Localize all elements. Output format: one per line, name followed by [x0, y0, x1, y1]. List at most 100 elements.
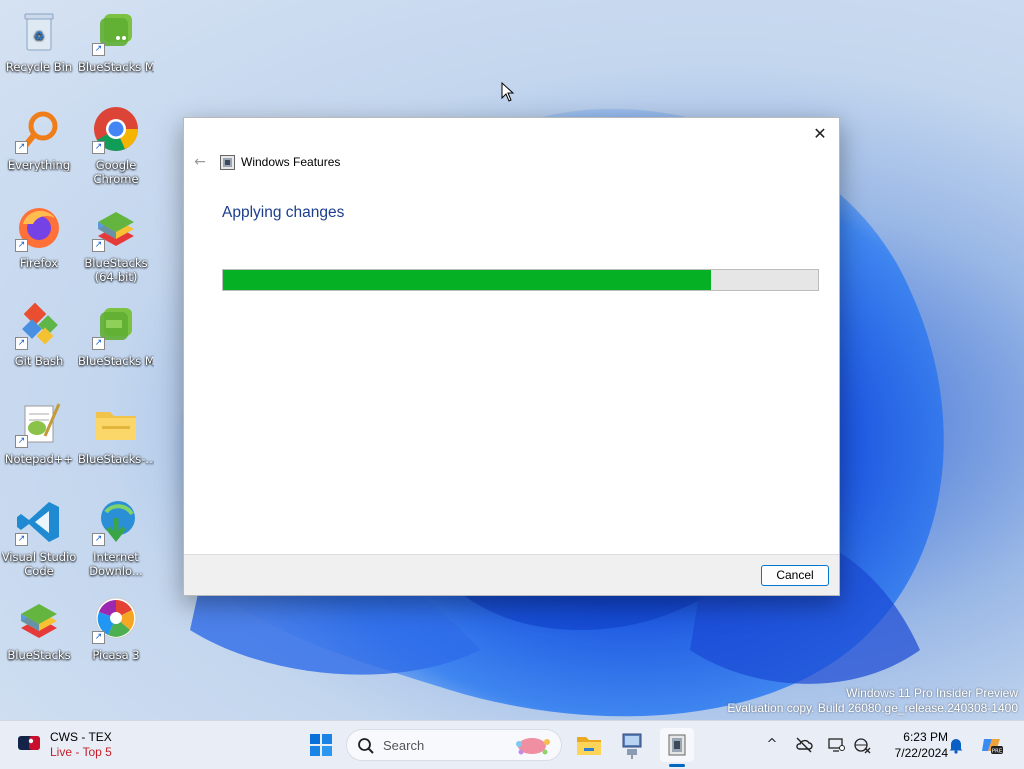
- desktop-icon-label: BlueStacks Multi-Insta...: [78, 60, 154, 74]
- picasa-icon: ↗: [92, 596, 140, 644]
- desktop-icon-label: Git Bash: [14, 354, 64, 368]
- desktop-icon-bluestacks-folder[interactable]: BlueStacks-...: [78, 400, 154, 466]
- recycle-bin-icon: ♻: [15, 8, 63, 56]
- desktop-icon-label: Picasa 3: [92, 648, 140, 662]
- desktop-icon-notepadpp[interactable]: ↗ Notepad++: [1, 400, 77, 466]
- shortcut-arrow-icon: ↗: [15, 533, 28, 546]
- widget-title: CWS - TEX: [50, 730, 112, 744]
- windows-features-icon: [668, 734, 686, 756]
- shortcut-arrow-icon: ↗: [92, 337, 105, 350]
- bell-icon: [949, 739, 963, 754]
- desktop-icon-label: Notepad++: [4, 452, 74, 466]
- shortcut-arrow-icon: ↗: [92, 43, 105, 56]
- firefox-icon: ↗: [15, 204, 63, 252]
- svg-text:PRE: PRE: [992, 749, 1003, 755]
- taskbar-file-explorer[interactable]: [572, 728, 606, 762]
- desktop-icon-everything[interactable]: ↗ Everything: [1, 106, 77, 172]
- desktop-icon-recycle-bin[interactable]: ♻ Recycle Bin: [1, 8, 77, 74]
- copilot-icon: PRE: [982, 739, 1003, 755]
- onedrive-status[interactable]: [794, 735, 814, 755]
- close-icon: ✕: [813, 124, 827, 143]
- network-status[interactable]: [852, 735, 872, 755]
- shortcut-arrow-icon: ↗: [15, 337, 28, 350]
- everything-search-icon: ↗: [15, 106, 63, 154]
- desktop-icon-label: Visual Studio Code: [1, 550, 77, 578]
- search-placeholder: Search: [383, 738, 425, 753]
- cancel-button[interactable]: Cancel: [761, 565, 829, 586]
- desktop-icon-google-chrome[interactable]: ↗ Google Chrome: [78, 106, 154, 186]
- display-status[interactable]: [826, 735, 846, 755]
- shortcut-arrow-icon: ↗: [15, 141, 28, 154]
- start-button[interactable]: [304, 728, 338, 762]
- dialog-title: Windows Features: [241, 155, 341, 169]
- bluestacks-icon: [15, 596, 63, 644]
- mouse-cursor-icon: [501, 81, 515, 105]
- mlb-logo-icon: [18, 736, 40, 750]
- desktop-icon-label: Recycle Bin: [5, 60, 73, 74]
- shortcut-arrow-icon: ↗: [92, 631, 105, 644]
- desktop-icon-label: Internet Downlo...: [89, 550, 143, 578]
- progress-bar: [222, 269, 819, 291]
- desktop-icon-label: BlueStacks: [7, 648, 71, 662]
- notifications-button[interactable]: [946, 735, 966, 755]
- shortcut-arrow-icon: ↗: [92, 239, 105, 252]
- clock-time: 6:23 PM: [903, 730, 948, 744]
- progress-bar-fill: [223, 270, 711, 290]
- close-button[interactable]: ✕: [807, 122, 833, 146]
- desktop-icon-label: Google Chrome: [93, 158, 139, 186]
- widget-subtitle: Live - Top 5: [50, 745, 112, 759]
- bluestacks-multi-instance-icon: ↗: [92, 8, 140, 56]
- active-app-indicator: [669, 764, 685, 767]
- system-clock[interactable]: 6:23 PM 7/22/2024: [878, 729, 948, 761]
- idm-icon: ↗: [92, 498, 140, 546]
- computer-network-icon: [622, 733, 642, 759]
- desktop-icon-firefox[interactable]: ↗ Firefox: [1, 204, 77, 270]
- back-button[interactable]: ←: [190, 152, 210, 172]
- desktop-icon-bluestacks-multi-instance-2[interactable]: ↗ BlueStacks Multi-Insta...: [78, 302, 154, 368]
- desktop-icon-git-bash[interactable]: ↗ Git Bash: [1, 302, 77, 368]
- taskbar-network-app[interactable]: [615, 728, 649, 762]
- chevron-up-icon: ^: [766, 737, 778, 752]
- desktop-icon-idm[interactable]: ↗ Internet Downlo...: [78, 498, 154, 578]
- desktop-icon-label: BlueStacks (64-bit): [84, 256, 148, 284]
- bluestacks-icon: ↗: [92, 204, 140, 252]
- shortcut-arrow-icon: ↗: [92, 141, 105, 154]
- shortcut-arrow-icon: ↗: [15, 239, 28, 252]
- windows-logo-icon: [310, 734, 332, 756]
- watermark-line-1: Windows 11 Pro Insider Preview: [846, 686, 1018, 700]
- watermark-line-2: Evaluation copy. Build 26080.ge_release.…: [727, 701, 1018, 715]
- copilot-button[interactable]: PRE: [980, 735, 1004, 755]
- desktop-icon-label: Everything: [7, 158, 71, 172]
- windows-features-dialog: ✕ ← Windows Features Applying changes Ca…: [183, 117, 840, 596]
- dialog-footer: Cancel: [184, 554, 839, 595]
- notepadpp-icon: ↗: [15, 400, 63, 448]
- desktop-icon-label: BlueStacks-...: [78, 452, 154, 466]
- cloud-offline-icon: [796, 737, 813, 753]
- desktop-icon-vscode[interactable]: ↗ Visual Studio Code: [1, 498, 77, 578]
- shortcut-arrow-icon: ↗: [15, 435, 28, 448]
- git-bash-icon: ↗: [15, 302, 63, 350]
- search-box[interactable]: Search: [346, 729, 562, 761]
- desktop-icon-bluestacks[interactable]: BlueStacks: [1, 596, 77, 662]
- taskbar: CWS - TEX Live - Top 5 Search ^ 6:23 PM …: [0, 720, 1024, 769]
- evaluation-watermark: Windows 11 Pro Insider Preview Evaluatio…: [727, 686, 1018, 716]
- back-arrow-icon: ←: [194, 154, 206, 170]
- windows-features-icon: [220, 155, 235, 170]
- svg-text:♻: ♻: [34, 29, 45, 43]
- vscode-icon: ↗: [15, 498, 63, 546]
- search-highlight-icon: [509, 734, 555, 761]
- desktop-icon-picasa[interactable]: ↗ Picasa 3: [78, 596, 154, 662]
- search-icon: [357, 737, 375, 758]
- taskbar-windows-features[interactable]: [660, 728, 694, 762]
- show-hidden-icons-button[interactable]: ^: [762, 735, 782, 755]
- desktop-icon-label: Firefox: [19, 256, 59, 270]
- desktop-icon-bluestacks-multi-instance[interactable]: ↗ BlueStacks Multi-Insta...: [78, 8, 154, 74]
- desktop-icon-label: BlueStacks Multi-Insta...: [78, 354, 154, 368]
- desktop-icon-bluestacks-64[interactable]: ↗ BlueStacks (64-bit): [78, 204, 154, 284]
- folder-icon: [92, 400, 140, 448]
- network-no-internet-icon: [854, 738, 871, 754]
- clock-date: 7/22/2024: [894, 746, 948, 760]
- shortcut-arrow-icon: ↗: [92, 533, 105, 546]
- file-explorer-icon: [577, 737, 601, 755]
- bluestacks-multi-instance-icon: ↗: [92, 302, 140, 350]
